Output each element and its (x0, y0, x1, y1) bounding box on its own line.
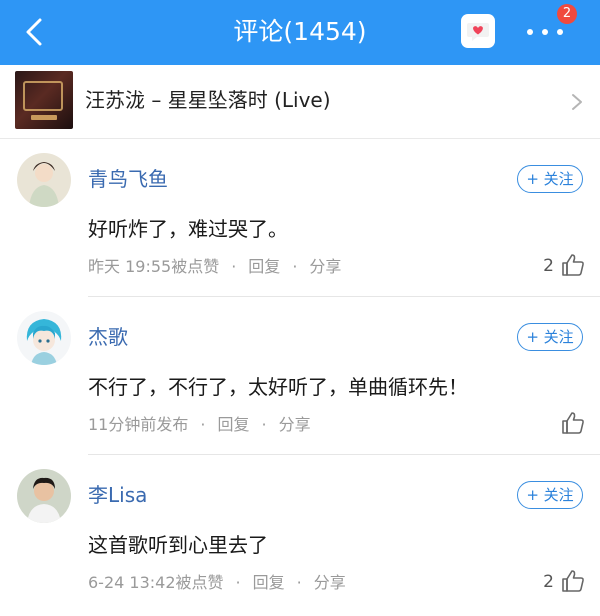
song-row[interactable]: 汪苏泷 – 星星坠落时 (Live) (0, 65, 600, 139)
messages-button[interactable] (461, 14, 495, 48)
reply-button[interactable]: 回复 (253, 571, 285, 595)
page-title: 评论(1454) (233, 17, 367, 46)
meta-separator: · (200, 415, 206, 434)
thumbs-up-icon (562, 570, 584, 592)
comment-item: 李Lisa + 关注 这首歌听到心里去了 6-24 13:42被点赞 · 回复 · 分享… (0, 455, 600, 616)
share-button[interactable]: 分享 (309, 255, 341, 279)
follow-button[interactable]: + 关注 (517, 323, 583, 351)
avatar[interactable] (17, 311, 71, 365)
comment-item: 青鸟飞鱼 + 关注 好听炸了，难过哭了。 昨天 19:55被点赞 · 回复 · 分享 2 (0, 139, 600, 297)
reply-button[interactable]: 回复 (217, 413, 249, 437)
follow-button[interactable]: + 关注 (517, 481, 583, 509)
top-bar: 评论(1454) 2 (0, 0, 600, 65)
comment-text: 好听炸了，难过哭了。 (88, 217, 288, 241)
like-button[interactable]: 2 (526, 568, 586, 596)
cover-frame (23, 81, 63, 111)
comment-text: 不行了，不行了，太好听了，单曲循环先！ (88, 375, 468, 399)
meta-separator: · (292, 257, 298, 276)
thumbs-up-icon (562, 254, 584, 276)
comment-text: 这首歌听到心里去了 (88, 533, 268, 557)
comment-time: 昨天 19:55被点赞 (88, 257, 220, 276)
thumbs-up-icon (562, 412, 584, 434)
like-button[interactable]: 2 (526, 252, 586, 280)
comment-time: 11分钟前发布 (88, 415, 189, 434)
meta-separator: · (231, 257, 237, 276)
notification-badge: 2 (557, 4, 577, 24)
chevron-right-icon (572, 94, 582, 110)
comment-username[interactable]: 杰歌 (88, 324, 128, 350)
comment-meta: 昨天 19:55被点赞 · 回复 · 分享 (88, 255, 341, 279)
meta-separator: · (261, 415, 267, 434)
meta-separator: · (296, 573, 302, 592)
avatar-image (17, 311, 71, 365)
comment-time: 6-24 13:42被点赞 (88, 573, 224, 592)
avatar[interactable] (17, 469, 71, 523)
avatar-image (17, 153, 71, 207)
avatar[interactable] (17, 153, 71, 207)
share-button[interactable]: 分享 (279, 413, 311, 437)
heart-message-icon (467, 23, 489, 41)
avatar-image (17, 469, 71, 523)
like-count: 2 (543, 256, 554, 276)
more-dot (557, 29, 563, 35)
share-button[interactable]: 分享 (314, 571, 346, 595)
more-dot (542, 29, 548, 35)
comment-meta: 11分钟前发布 · 回复 · 分享 (88, 413, 311, 437)
reply-button[interactable]: 回复 (248, 255, 280, 279)
like-button[interactable] (526, 410, 586, 438)
comment-item: 杰歌 + 关注 不行了，不行了，太好听了，单曲循环先！ 11分钟前发布 · 回复 · 分… (0, 297, 600, 455)
like-count: 2 (543, 572, 554, 592)
meta-separator: · (235, 573, 241, 592)
cover-stripe (31, 115, 57, 120)
comment-username[interactable]: 青鸟飞鱼 (88, 166, 168, 192)
album-cover (15, 71, 73, 129)
more-dots-icon (527, 29, 533, 35)
comment-meta: 6-24 13:42被点赞 · 回复 · 分享 (88, 571, 346, 595)
song-title: 汪苏泷 – 星星坠落时 (Live) (85, 88, 331, 112)
follow-button[interactable]: + 关注 (517, 165, 583, 193)
comment-username[interactable]: 李Lisa (88, 482, 147, 508)
